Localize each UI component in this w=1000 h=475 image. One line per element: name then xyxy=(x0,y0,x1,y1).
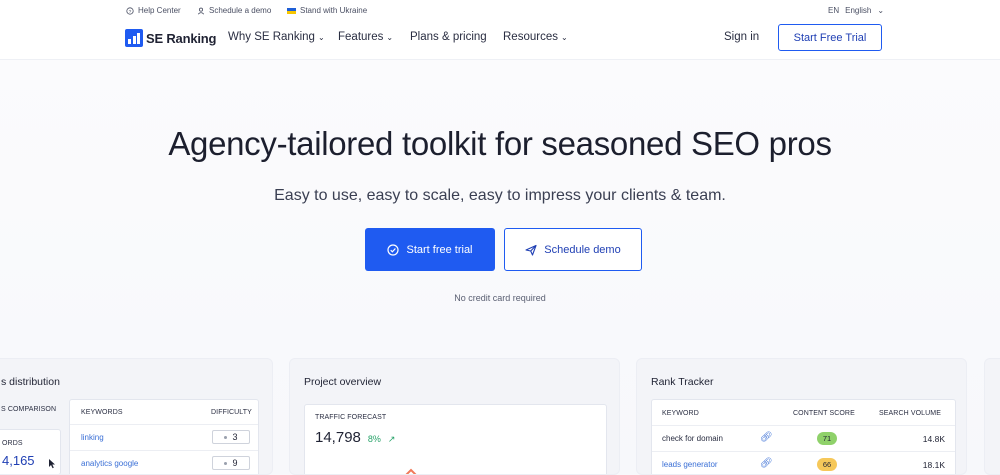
traffic-forecast-label: TRAFFIC FORECAST xyxy=(315,414,387,421)
keyword-link[interactable]: linking xyxy=(81,433,104,442)
table-row[interactable]: linking 3 xyxy=(70,428,258,448)
col-keywords: KEYWORDS xyxy=(81,409,123,416)
col-difficulty: DIFFICULTY xyxy=(211,409,252,416)
content-score-badge: 66 xyxy=(817,458,837,471)
schedule-demo-button[interactable]: Schedule demo xyxy=(504,228,642,271)
next-card xyxy=(984,358,1000,475)
main-nav: SE Ranking Why SE Ranking ⌄ Features ⌄ Pla… xyxy=(0,20,1000,60)
sign-in-link[interactable]: Sign in xyxy=(724,31,759,43)
difficulty-value: 9 xyxy=(232,458,238,468)
chevron-down-icon: ⌄ xyxy=(560,32,568,42)
dot-icon xyxy=(224,435,228,439)
col-content-score: CONTENT SCORE xyxy=(793,410,855,417)
language-selector[interactable]: EN English ⌄ xyxy=(828,6,884,15)
help-icon: ? xyxy=(126,6,134,14)
nav-plans-pricing[interactable]: Plans & pricing xyxy=(410,31,487,43)
card-title: Rank Tracker xyxy=(651,376,714,388)
keywords-stat: ORDS 4,165 xyxy=(0,429,61,474)
traffic-forecast-value: 14,798 xyxy=(315,429,361,446)
language-name: English xyxy=(845,6,872,15)
link-icon[interactable]: 🔗︎ xyxy=(760,432,773,443)
hero-subtitle: Easy to use, easy to scale, easy to impr… xyxy=(274,187,726,204)
table-row[interactable]: check for domain 🔗︎ 71 14.8K xyxy=(652,429,955,449)
nav-item-label: Why SE Ranking xyxy=(228,31,315,43)
keyword-text: check for domain xyxy=(662,434,723,443)
nav-item-label: Features xyxy=(338,31,384,43)
table-row[interactable]: analytics google 9 xyxy=(70,454,258,474)
ukraine-flag-icon xyxy=(287,7,296,14)
keywords-table: KEYWORDS DIFFICULTY linking 3 analytics … xyxy=(69,399,259,474)
dot-icon xyxy=(224,461,228,465)
chevron-down-icon: ⌄ xyxy=(317,32,325,42)
primary-button-label: Start free trial xyxy=(406,243,473,256)
card-title: s distribution xyxy=(1,376,60,388)
difficulty-value: 3 xyxy=(232,432,238,442)
traffic-change: 8% xyxy=(367,434,381,444)
paper-plane-icon xyxy=(525,244,537,256)
start-free-trial-hero-button[interactable]: Start free trial xyxy=(365,228,495,271)
nav-item-label: Resources xyxy=(503,31,558,43)
schedule-demo-label: Schedule a demo xyxy=(209,6,272,15)
utility-bar: ? Help Center Schedule a demo Stand with… xyxy=(0,0,1000,20)
difficulty-badge: 9 xyxy=(212,456,250,470)
arrow-up-right-icon: ↗ xyxy=(387,434,396,444)
rank-tracker-card: Rank Tracker KEYWORD CONTENT SCORE SEARC… xyxy=(636,358,967,475)
nav-resources[interactable]: Resources ⌄ xyxy=(503,31,568,43)
content-score-badge: 71 xyxy=(817,432,837,445)
help-center-link[interactable]: ? Help Center xyxy=(126,6,181,15)
secondary-button-label: Schedule demo xyxy=(544,243,621,256)
keyword-text: leads generator xyxy=(662,460,718,469)
stat-label: ORDS xyxy=(2,440,23,447)
project-overview-card: Project overview TRAFFIC FORECAST 14,798… xyxy=(289,358,620,475)
search-volume: 14.8K xyxy=(922,434,945,444)
hero-title: Agency-tailored toolkit for seasoned SEO… xyxy=(168,125,832,162)
help-center-label: Help Center xyxy=(138,6,181,15)
mouse-cursor-icon xyxy=(49,459,55,469)
search-volume: 18.1K xyxy=(922,460,945,470)
chevron-down-icon: ⌄ xyxy=(877,6,885,15)
schedule-demo-link[interactable]: Schedule a demo xyxy=(197,6,271,15)
comparison-tab[interactable]: S COMPARISON xyxy=(1,406,56,413)
chevron-down-icon: ⌄ xyxy=(386,32,394,42)
no-credit-card-note: No credit card required xyxy=(454,293,546,303)
forecast-chart-peak xyxy=(405,468,417,474)
distribution-card: s distribution S COMPARISON ORDS 4,165 K… xyxy=(0,358,273,475)
ukraine-link[interactable]: Stand with Ukraine xyxy=(287,6,367,15)
user-icon xyxy=(197,7,205,14)
logo-icon xyxy=(125,29,143,47)
traffic-forecast-panel: TRAFFIC FORECAST 14,798 8% ↗ xyxy=(304,404,607,474)
check-circle-icon xyxy=(387,243,400,256)
logo[interactable]: SE Ranking xyxy=(125,29,216,47)
stat-value: 4,165 xyxy=(2,453,35,468)
start-free-trial-button[interactable]: Start Free Trial xyxy=(778,24,882,51)
difficulty-badge: 3 xyxy=(212,430,250,444)
card-title: Project overview xyxy=(304,376,382,388)
nav-why-se-ranking[interactable]: Why SE Ranking ⌄ xyxy=(228,31,325,43)
language-code: EN xyxy=(828,6,840,15)
nav-item-label: Plans & pricing xyxy=(410,31,487,43)
link-icon[interactable]: 🔗︎ xyxy=(760,458,773,469)
col-search-volume: SEARCH VOLUME xyxy=(879,410,941,417)
ukraine-label: Stand with Ukraine xyxy=(300,6,368,15)
col-keyword: KEYWORD xyxy=(662,410,699,417)
nav-features[interactable]: Features ⌄ xyxy=(338,31,393,43)
table-row[interactable]: leads generator 🔗︎ 66 18.1K xyxy=(652,455,955,474)
rank-table: KEYWORD CONTENT SCORE SEARCH VOLUME chec… xyxy=(651,399,956,474)
keyword-link[interactable]: analytics google xyxy=(81,459,138,468)
logo-text: SE Ranking xyxy=(146,30,217,46)
svg-text:?: ? xyxy=(129,8,132,14)
